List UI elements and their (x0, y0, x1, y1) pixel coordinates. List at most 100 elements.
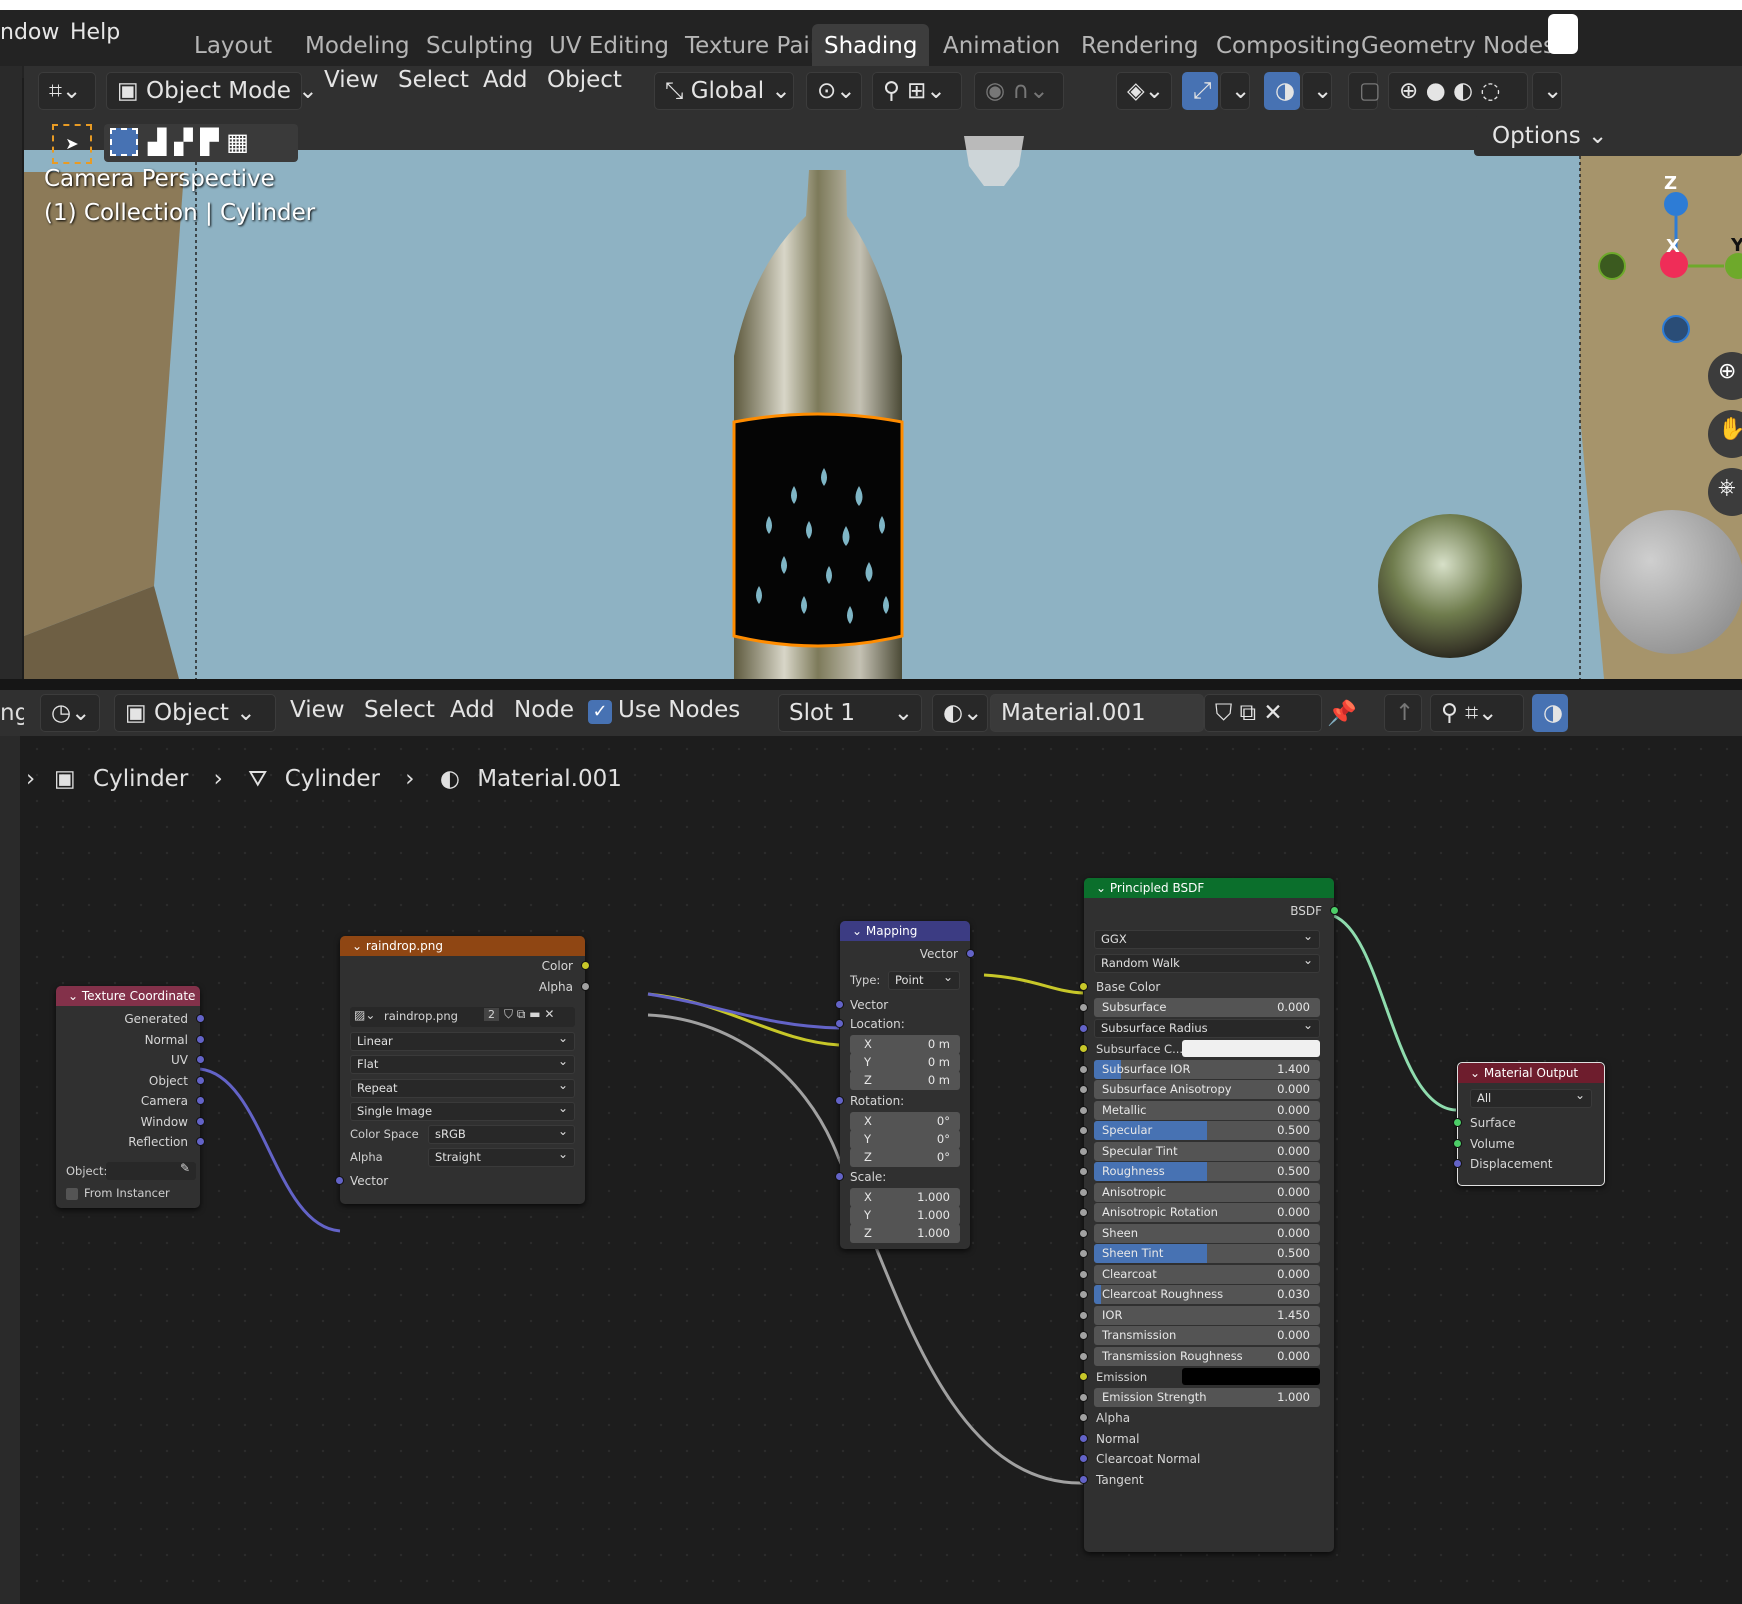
menu-object[interactable]: Object (547, 60, 622, 100)
socket[interactable] (1079, 1474, 1088, 1484)
value-slider[interactable]: Subsurface Anisotropy 0.000 (1094, 1080, 1320, 1099)
object-field[interactable]: ✎ (106, 1161, 196, 1180)
value-slider[interactable]: Transmission 0.000 (1094, 1326, 1320, 1345)
gizmo-dropdown[interactable]: ⌄ (1220, 72, 1250, 110)
location-x-field[interactable]: X 0 m (850, 1035, 960, 1054)
from-instancer-checkbox[interactable] (66, 1188, 78, 1200)
pivot-point-button[interactable]: ⊙⌄ (806, 72, 862, 110)
node-menu-select[interactable]: Select (364, 690, 435, 730)
socket[interactable] (196, 1055, 205, 1064)
gizmo-x-label[interactable]: X (1666, 236, 1680, 257)
workspace-tab-geometry-nodes[interactable]: Geometry Nodes (1349, 24, 1567, 68)
socket[interactable] (1079, 1064, 1088, 1074)
scene-selector-button[interactable] (1548, 14, 1578, 54)
menu-select[interactable]: Select (398, 60, 469, 100)
socket[interactable] (1079, 1126, 1088, 1135)
material-browse-button[interactable]: ◐⌄ (932, 694, 988, 732)
scale-z-field[interactable]: Z 1.000 (850, 1224, 960, 1243)
value-slider[interactable]: Subsurface 0.000 (1094, 998, 1320, 1017)
socket[interactable] (1079, 1187, 1088, 1197)
colorspace-dropdown[interactable]: sRGB (428, 1123, 575, 1144)
value-slider[interactable]: Anisotropic 0.000 (1094, 1182, 1320, 1202)
scale-y-field[interactable]: Y 1.000 (850, 1206, 960, 1225)
node-header[interactable]: ⌄ Mapping (840, 921, 970, 941)
pin-icon[interactable]: 📌 (1324, 694, 1360, 732)
value-slider[interactable]: Anisotropic Rotation 0.000 (1094, 1203, 1320, 1222)
shader-type-dropdown[interactable]: ▣ Object ⌄ (114, 694, 276, 732)
socket[interactable] (196, 1034, 205, 1044)
selection-mode-group[interactable]: ▟ ▞ ▛ ▦ (104, 124, 298, 162)
rotation-z-field[interactable]: Z 0° (850, 1148, 960, 1167)
socket[interactable] (1330, 906, 1339, 915)
node-menu-add[interactable]: Add (450, 690, 495, 730)
snapping-button[interactable]: ⚲ ⊞⌄ (872, 72, 962, 110)
image-texture-node[interactable]: ⌄ raindrop.png Color Alpha ▨⌄ raindrop.p… (335, 936, 590, 1204)
socket[interactable] (1079, 1105, 1088, 1115)
socket[interactable] (1453, 1138, 1462, 1148)
node-header[interactable]: ⌄ raindrop.png (340, 936, 585, 956)
visibility-button[interactable]: ◈⌄ (1116, 72, 1172, 110)
material-output-node[interactable]: ⌄ Material Output All Surface Volume Displ… (1453, 1062, 1605, 1186)
socket[interactable] (581, 982, 590, 991)
parent-node-tree-button[interactable]: ↑ (1384, 694, 1422, 732)
socket[interactable] (1453, 1118, 1462, 1127)
workspace-tab-rendering[interactable]: Rendering (1069, 24, 1210, 68)
socket[interactable] (1079, 1290, 1088, 1299)
node-menu-node[interactable]: Node (514, 690, 574, 730)
scale-x-field[interactable]: X 1.000 (850, 1188, 960, 1207)
socket[interactable] (1079, 1310, 1088, 1320)
rotation-y-field[interactable]: Y 0° (850, 1130, 960, 1149)
value-slider[interactable]: Specular Tint 0.000 (1094, 1141, 1320, 1161)
color-swatch[interactable] (1182, 1368, 1320, 1385)
alpha-mode-dropdown[interactable]: Straight (428, 1146, 575, 1167)
workspace-tab-layout[interactable]: Layout (182, 24, 284, 68)
rotation-x-field[interactable]: X 0° (850, 1112, 960, 1131)
socket[interactable] (1079, 1085, 1088, 1094)
socket[interactable] (1079, 1023, 1088, 1033)
material-name-field[interactable]: Material.001 (990, 694, 1204, 732)
workspace-tab-shading[interactable]: Shading (812, 24, 930, 68)
socket[interactable] (196, 1137, 205, 1146)
shading-buttons[interactable]: ⊕ ● ◐ ◌ (1388, 72, 1528, 110)
socket[interactable] (1079, 1003, 1088, 1012)
area-divider[interactable] (0, 679, 1742, 690)
editor-type-button[interactable]: ⌗⌄ (38, 72, 96, 110)
menu-add[interactable]: Add (483, 60, 528, 100)
distribution-dropdown[interactable]: GGX (1094, 928, 1320, 949)
socket[interactable] (196, 1096, 205, 1105)
target-dropdown[interactable]: All (1470, 1087, 1592, 1108)
node-menu-view[interactable]: View (290, 690, 345, 730)
extension-dropdown[interactable]: Repeat (350, 1077, 575, 1098)
socket[interactable] (835, 1096, 844, 1105)
shading-dropdown[interactable]: ⌄ (1532, 72, 1562, 110)
xray-toggle[interactable]: ▢ (1348, 72, 1381, 110)
type-dropdown[interactable]: Point (888, 969, 960, 990)
value-slider[interactable]: Clearcoat 0.000 (1094, 1264, 1320, 1284)
camera-icon[interactable]: ⎈ (1718, 475, 1736, 500)
node-header[interactable]: ⌄ Texture Coordinate (56, 986, 200, 1006)
source-dropdown[interactable]: Single Image (350, 1100, 575, 1121)
socket[interactable] (1079, 1146, 1088, 1156)
zoom-icon[interactable]: ⊕ (1718, 359, 1736, 384)
image-datablock[interactable]: ▨⌄ raindrop.png 2 ⛉ ⧉ ▬ ✕ (350, 1007, 575, 1027)
material-actions[interactable]: ⛉ ⧉ ✕ (1204, 694, 1322, 732)
socket[interactable] (196, 1075, 205, 1085)
3d-viewport[interactable]: ➤ ▟ ▞ ▛ ▦ Options ⌄ Camera Perspective (… (24, 116, 1742, 679)
gizmo-toggle[interactable]: ⤢ (1182, 72, 1218, 110)
options-dropdown[interactable]: Options ⌄ (1492, 116, 1607, 156)
value-slider[interactable]: Transmission Roughness 0.000 (1094, 1346, 1320, 1366)
subsurface-method-dropdown[interactable]: Random Walk (1094, 952, 1320, 973)
value-slider[interactable]: Emission Strength 1.000 (1094, 1387, 1320, 1407)
principled-bsdf-node[interactable]: ⌄ Principled BSDF BSDF GGX Random Walk B… (1079, 878, 1339, 1552)
value-slider[interactable]: IOR 1.450 (1094, 1305, 1320, 1325)
mode-dropdown[interactable]: ▣ Object Mode ⌄ (106, 72, 318, 110)
location-z-field[interactable]: Z 0 m (850, 1071, 960, 1090)
node-editor-canvas[interactable]: › ▣ Cylinder › ⛛ Cylinder › ◐ Material.0… (0, 736, 1742, 1604)
socket[interactable] (1079, 1208, 1088, 1217)
interpolation-dropdown[interactable]: Linear (350, 1030, 575, 1051)
mapping-node[interactable]: ⌄ Mapping Vector Type: Point Vector Loca… (835, 921, 975, 1249)
menu-window[interactable]: ndow (0, 20, 59, 45)
socket[interactable] (1079, 1228, 1088, 1238)
value-slider[interactable]: Metallic 0.000 (1094, 1100, 1320, 1120)
value-slider[interactable]: Sheen 0.000 (1094, 1223, 1320, 1243)
